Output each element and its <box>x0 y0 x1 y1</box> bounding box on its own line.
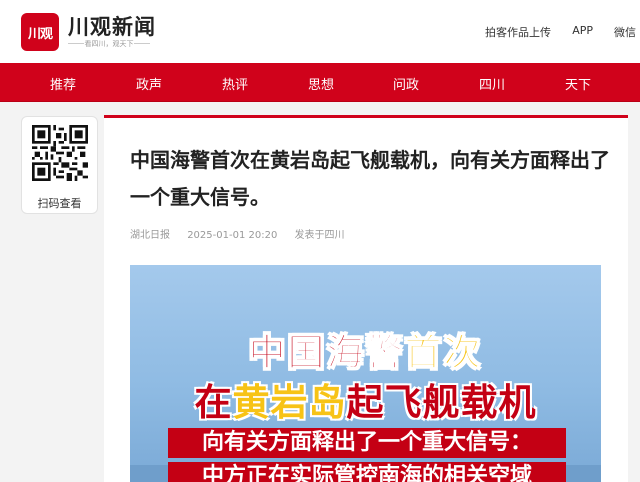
qr-code-icon <box>32 125 88 181</box>
article-card: 中国海警首次在黄岩岛起飞舰载机，向有关方面释出了一个重大信号。 湖北日报 202… <box>104 115 628 482</box>
wechat-link[interactable]: 微信 <box>614 24 636 40</box>
hero-headline-line2: 在黄岩岛起飞舰载机 <box>194 381 537 424</box>
logo-title[interactable]: 川观新闻 <box>68 11 156 41</box>
logo-slogan: 看四川，观天下 <box>68 39 150 49</box>
app-link[interactable]: APP <box>572 24 593 37</box>
nav-item-recommend[interactable]: 推荐 <box>50 74 76 93</box>
hero-caption-band2: 中方正在实际管控南海的相关空域 <box>168 462 566 482</box>
qr-label: 扫码查看 <box>37 197 82 210</box>
logo-mark[interactable]: 川观 <box>21 13 59 51</box>
nav-item-thoughts[interactable]: 思想 <box>308 74 334 93</box>
nav-item-politics[interactable]: 政声 <box>136 74 162 93</box>
hero-caption-band1: 向有关方面释出了一个重大信号： <box>168 428 566 458</box>
qr-card[interactable]: 扫码查看 <box>21 116 98 214</box>
nav-item-inquiry[interactable]: 问政 <box>393 74 419 93</box>
article-datetime: 2025-01-01 20:20 <box>187 230 278 241</box>
site-header: 川观 川观新闻 看四川，观天下 拍客作品上传 APP 微信 <box>0 0 640 63</box>
article-meta: 湖北日报 2025-01-01 20:20 发表于四川 <box>130 226 359 241</box>
nav-item-hot-comments[interactable]: 热评 <box>222 74 248 93</box>
nav-item-sichuan[interactable]: 四川 <box>479 74 505 93</box>
article-hero-image: 中国海警首次 在黄岩岛起飞舰载机 向有关方面释出了一个重大信号： 中方正在实际管… <box>130 265 601 482</box>
article-title: 中国海警首次在黄岩岛起飞舰载机，向有关方面释出了一个重大信号。 <box>130 148 610 209</box>
upload-link[interactable]: 拍客作品上传 <box>485 24 551 40</box>
main-nav: 推荐 政声 热评 思想 问政 四川 天下 <box>0 63 640 102</box>
hero-headline-line1: 中国海警首次 <box>248 331 483 375</box>
article-location: 发表于四川 <box>294 230 345 241</box>
nav-item-world[interactable]: 天下 <box>565 74 591 93</box>
article-source: 湖北日报 <box>130 230 170 241</box>
